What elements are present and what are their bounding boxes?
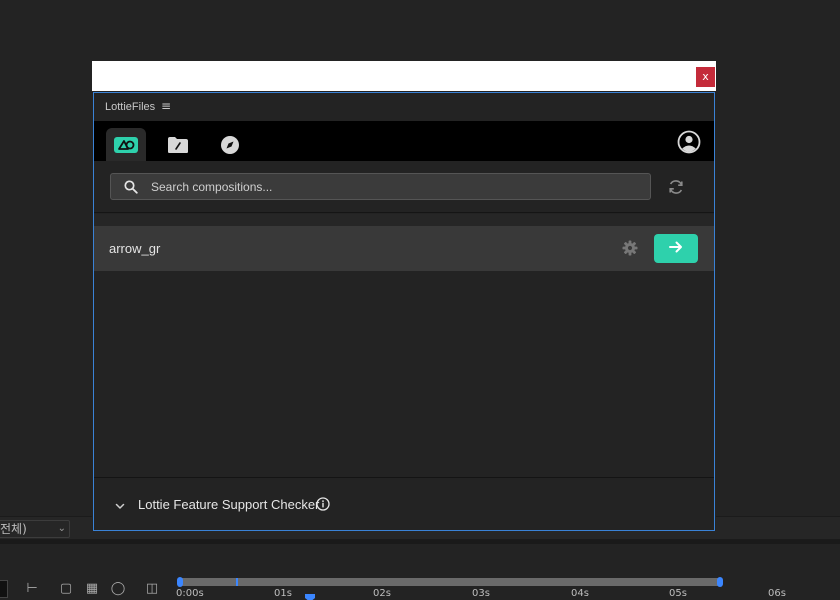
tab-discover[interactable]: [210, 128, 250, 161]
lottie-local-icon: [114, 136, 138, 154]
hierarchy-icon[interactable]: ⊢: [24, 582, 40, 596]
frame-blending-icon[interactable]: ▦: [84, 582, 100, 596]
timeline-tick: 04s: [571, 588, 589, 599]
panel-header: LottieFiles ≡: [94, 93, 714, 121]
timeline-tick: 06s: [768, 588, 786, 599]
search-row: [94, 161, 714, 213]
shy-layers-icon[interactable]: ▢: [58, 582, 74, 596]
panel-title: LottieFiles: [105, 101, 156, 113]
work-area-start-handle[interactable]: [177, 577, 183, 587]
tab-local[interactable]: [106, 128, 146, 161]
timeline-tick: 05s: [669, 588, 687, 599]
hamburger-icon[interactable]: ≡: [161, 100, 171, 112]
panel-body: LottieFiles ≡ Search compositions... arr…: [93, 92, 715, 531]
work-area-bar[interactable]: [177, 577, 723, 587]
gear-icon[interactable]: [622, 240, 638, 256]
current-time-indicator[interactable]: [305, 594, 315, 600]
work-area-marker: [236, 578, 238, 586]
tab-bar: [94, 121, 714, 161]
motion-blur-icon[interactable]: ◯: [110, 582, 126, 596]
timeline-tick: 01s: [274, 588, 292, 599]
host-view-select[interactable]: 전체) ⌄: [0, 520, 70, 538]
arrow-right-icon: [669, 240, 683, 258]
list-divider: [94, 214, 714, 226]
tab-files[interactable]: [158, 128, 198, 161]
timeline-tick: 02s: [373, 588, 391, 599]
timeline-tick: 03s: [472, 588, 490, 599]
graph-editor-icon[interactable]: ◫: [144, 582, 160, 596]
compass-icon: [218, 135, 242, 154]
composition-name: arrow_gr: [109, 241, 161, 256]
host-timeline: ⊢ ▢ ▦ ◯ ◫ 0:00s 01s 02s 03s 04s 05s 06s: [0, 544, 840, 600]
search-icon: [124, 180, 138, 194]
search-box: [110, 173, 651, 200]
account-icon[interactable]: [677, 130, 701, 154]
timeline-tick: 0:00s: [176, 588, 204, 599]
work-area-end-handle[interactable]: [717, 577, 723, 587]
folder-icon: [166, 136, 190, 154]
chevron-down-icon[interactable]: [114, 499, 126, 511]
export-composition-button[interactable]: [654, 234, 698, 263]
host-view-select-value: 전체): [0, 522, 27, 536]
refresh-icon[interactable]: [667, 178, 685, 196]
info-icon[interactable]: [316, 497, 330, 511]
search-input[interactable]: [151, 174, 641, 199]
host-timecode-field[interactable]: [0, 580, 8, 598]
lottiefiles-window: x LottieFiles ≡ Search compositions... a…: [92, 61, 716, 531]
feature-checker-label: Lottie Feature Support Checker: [138, 497, 320, 512]
window-titlebar[interactable]: x: [92, 61, 716, 91]
chevron-down-icon: ⌄: [57, 523, 66, 534]
feature-checker-section[interactable]: Lottie Feature Support Checker: [94, 477, 714, 530]
composition-row[interactable]: arrow_gr: [94, 226, 714, 271]
close-button[interactable]: x: [696, 67, 715, 87]
